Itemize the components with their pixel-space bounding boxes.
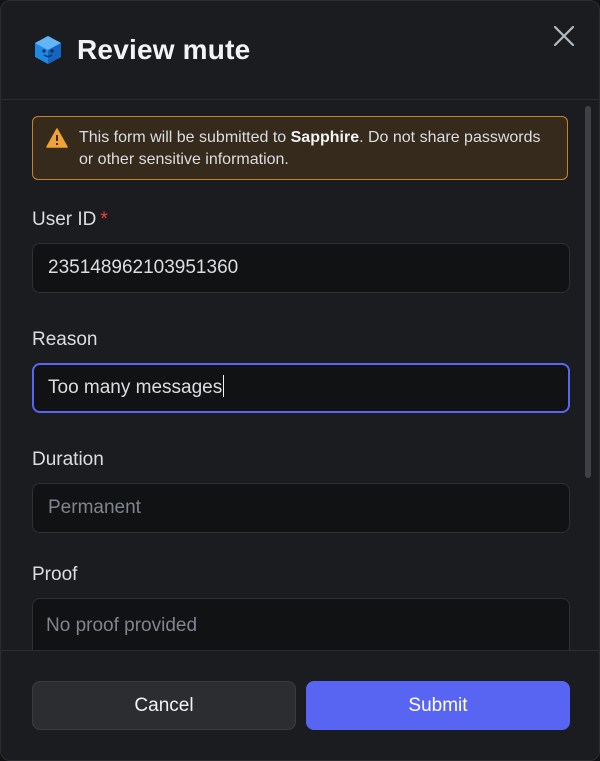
text-caret	[223, 374, 225, 397]
user-id-label: User ID *	[32, 208, 108, 232]
warning-text-before: This form will be submitted to	[79, 129, 291, 146]
user-id-field[interactable]: 235148962103951360	[32, 243, 570, 293]
warning-triangle-icon	[46, 128, 68, 148]
sapphire-cube-icon	[35, 36, 61, 64]
warning-text: This form will be submitted to Sapphire.…	[79, 127, 553, 171]
warning-app-name: Sapphire	[290, 129, 360, 146]
proof-placeholder: No proof provided	[46, 615, 198, 636]
cancel-button[interactable]: Cancel	[32, 681, 296, 730]
proof-label: Proof	[32, 564, 78, 585]
required-marker: *	[100, 209, 108, 230]
duration-label: Duration	[32, 449, 104, 470]
dialog-footer: Cancel Submit	[1, 650, 599, 760]
duration-field[interactable]	[32, 483, 570, 533]
dialog-title: Review mute	[77, 34, 251, 65]
proof-field[interactable]: No proof provided	[32, 598, 570, 650]
reason-value: Too many messages	[48, 377, 223, 398]
scrollbar-thumb[interactable]	[585, 106, 591, 478]
dialog-header: Review mute	[1, 1, 599, 100]
reason-field[interactable]: Too many messages	[32, 363, 570, 413]
close-icon[interactable]	[551, 23, 577, 49]
dialog-body: This form will be submitted to Sapphire.…	[1, 100, 599, 650]
review-mute-dialog: Review mute This form will be submitted …	[0, 0, 600, 761]
warning-banner: This form will be submitted to Sapphire.…	[32, 116, 568, 180]
reason-label: Reason	[32, 329, 98, 350]
submit-button[interactable]: Submit	[306, 681, 570, 730]
user-id-label-text: User ID	[32, 209, 97, 230]
